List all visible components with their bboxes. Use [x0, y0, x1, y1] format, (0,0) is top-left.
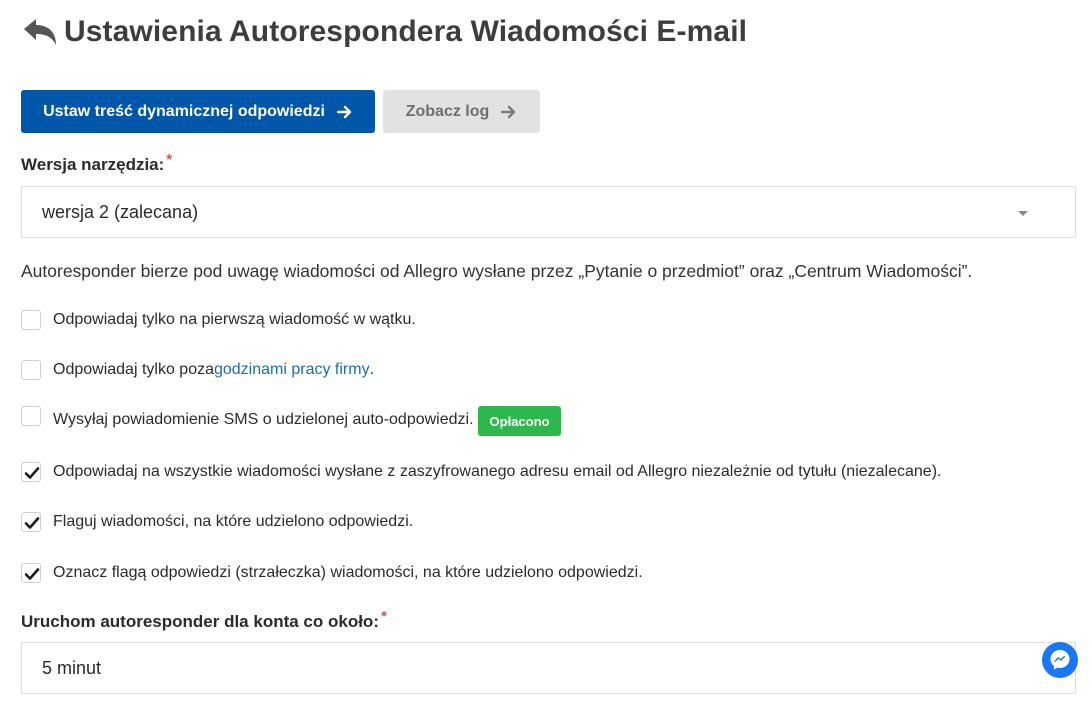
- option-first-message-only: Odpowiadaj tylko na pierwszą wiadomość w…: [21, 310, 416, 330]
- reply-arrow-icon[interactable]: [22, 17, 58, 47]
- arrow-right-icon: [501, 105, 516, 118]
- checkbox-checked[interactable]: [21, 512, 41, 532]
- schedule-field-label: Uruchom autoresponder dla konta co około…: [21, 608, 387, 632]
- paid-badge: Opłacono: [477, 406, 562, 436]
- required-mark: *: [166, 151, 173, 168]
- option-label-before: Odpowiadaj tylko poza: [53, 361, 214, 378]
- checkbox-checked[interactable]: [21, 563, 41, 583]
- version-label-text: Wersja narzędzia:: [21, 155, 165, 174]
- option-mark-replied-flag: Oznacz flagą odpowiedzi (strzałeczka) wi…: [21, 563, 643, 583]
- checkbox[interactable]: [21, 310, 41, 330]
- messenger-icon: [1050, 650, 1070, 670]
- page-title-text: Ustawienia Autorespondera Wiadomości E-m…: [64, 15, 748, 48]
- option-label: Odpowiadaj na wszystkie wiadomości wysła…: [53, 463, 942, 480]
- checkbox[interactable]: [21, 406, 41, 426]
- caret-down-icon: [1018, 211, 1028, 216]
- schedule-select-value: 5 minut: [42, 657, 102, 678]
- checkmark-icon: [24, 568, 40, 580]
- option-flag-messages: Flaguj wiadomości, na które udzielono od…: [21, 512, 413, 532]
- page-title: Ustawienia Autorespondera Wiadomości E-m…: [22, 12, 747, 52]
- option-label: Wysyłaj powiadomienie SMS o udzielonej a…: [53, 411, 474, 428]
- info-text: Autoresponder bierze pod uwagę wiadomośc…: [21, 261, 973, 281]
- checkmark-icon: [24, 467, 40, 479]
- schedule-select[interactable]: 5 minut: [21, 642, 1076, 694]
- messenger-chat-button[interactable]: [1042, 642, 1078, 678]
- option-label: Flaguj wiadomości, na które udzielono od…: [53, 513, 414, 530]
- version-select-value: wersja 2 (zalecana): [42, 201, 199, 222]
- option-outside-hours: Odpowiadaj tylko poza godzinami pracy fi…: [21, 360, 374, 380]
- checkbox[interactable]: [21, 360, 41, 380]
- version-field-label: Wersja narzędzia: *: [21, 151, 172, 175]
- checkbox-checked[interactable]: [21, 462, 41, 482]
- checkmark-icon: [24, 517, 40, 529]
- option-sms-notification: Wysyłaj powiadomienie SMS o udzielonej a…: [21, 406, 562, 436]
- option-label: Oznacz flagą odpowiedzi (strzałeczka) wi…: [53, 564, 643, 581]
- option-label-after: .: [369, 361, 375, 378]
- option-label: Odpowiadaj tylko na pierwszą wiadomość w…: [53, 311, 416, 328]
- arrow-right-icon: [336, 105, 352, 118]
- view-log-label: Zobacz log: [405, 102, 490, 120]
- business-hours-link[interactable]: godzinami pracy firmy: [214, 361, 370, 379]
- set-dynamic-reply-button[interactable]: Ustaw treść dynamicznej odpowiedzi: [21, 90, 375, 133]
- option-encrypted-email: Odpowiadaj na wszystkie wiadomości wysła…: [21, 462, 941, 482]
- schedule-label-text: Uruchom autoresponder dla konta co około…: [21, 612, 379, 631]
- version-select[interactable]: wersja 2 (zalecana): [21, 186, 1076, 238]
- view-log-button[interactable]: Zobacz log: [383, 90, 540, 133]
- required-mark: *: [380, 608, 387, 625]
- set-dynamic-reply-label: Ustaw treść dynamicznej odpowiedzi: [43, 102, 325, 120]
